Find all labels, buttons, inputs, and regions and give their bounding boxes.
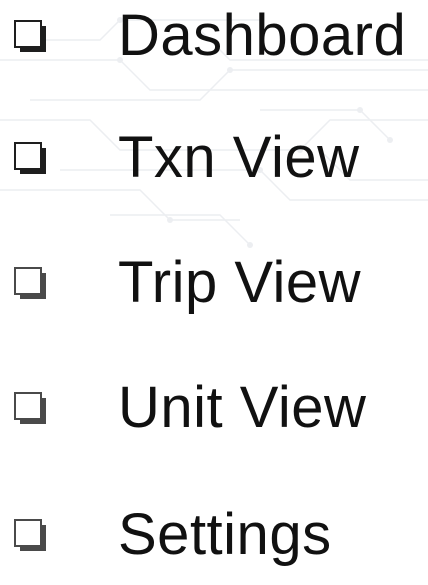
- checkbox-icon: [12, 140, 48, 176]
- checkbox-icon: [12, 517, 48, 553]
- nav-item-settings[interactable]: Settings: [12, 485, 422, 585]
- checkbox-icon: [12, 390, 48, 426]
- nav-item-label: Settings: [118, 502, 332, 567]
- nav-item-dashboard[interactable]: Dashboard: [12, 0, 422, 86]
- checkbox-icon: [12, 18, 48, 54]
- nav-item-txn-view[interactable]: Txn View: [12, 108, 422, 208]
- nav-item-label: Unit View: [118, 375, 367, 440]
- nav-item-trip-view[interactable]: Trip View: [12, 233, 422, 333]
- sidebar-nav: Dashboard Txn View Trip View Unit View S…: [0, 0, 428, 567]
- nav-item-label: Dashboard: [118, 3, 407, 68]
- nav-item-unit-view[interactable]: Unit View: [12, 358, 422, 458]
- nav-item-label: Txn View: [118, 125, 360, 190]
- nav-item-label: Trip View: [118, 250, 362, 315]
- checkbox-icon: [12, 265, 48, 301]
